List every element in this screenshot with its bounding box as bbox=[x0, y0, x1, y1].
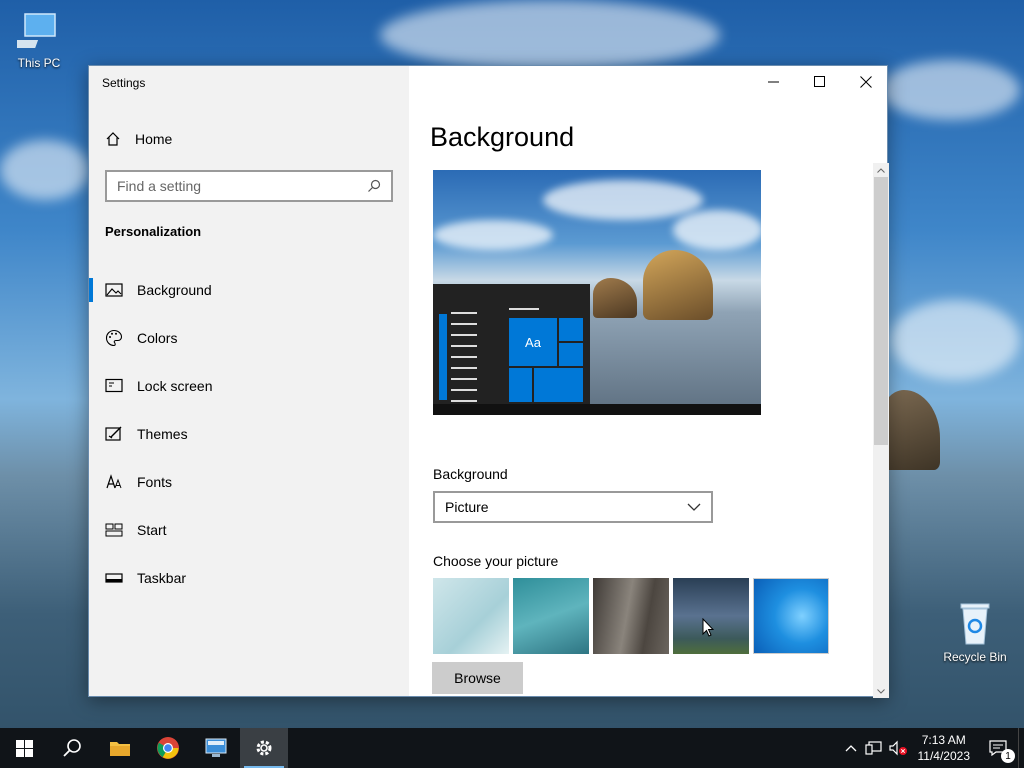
show-hidden-icons-button[interactable] bbox=[840, 728, 862, 768]
picture-thumbnail[interactable] bbox=[433, 578, 509, 654]
desktop-wallpaper-cloud bbox=[890, 300, 1020, 380]
background-label: Background bbox=[433, 466, 508, 482]
picture-icon bbox=[105, 281, 123, 299]
search-icon bbox=[63, 739, 81, 757]
taskbar-clock[interactable]: 7:13 AM 11/4/2023 bbox=[910, 728, 979, 768]
picture-thumbnail[interactable] bbox=[673, 578, 749, 654]
lock-screen-icon bbox=[105, 377, 123, 395]
sidebar-item-start[interactable]: Start bbox=[89, 506, 409, 554]
choose-picture-label: Choose your picture bbox=[433, 553, 559, 569]
scrollbar-thumb[interactable] bbox=[874, 177, 888, 445]
chevron-down-icon bbox=[687, 503, 701, 511]
start-icon bbox=[105, 521, 123, 539]
taskbar-search-button[interactable] bbox=[48, 728, 96, 768]
sidebar-item-fonts[interactable]: Fonts bbox=[89, 458, 409, 506]
action-center-button[interactable]: 1 bbox=[978, 728, 1018, 768]
picture-thumbnail[interactable] bbox=[753, 578, 829, 654]
home-label: Home bbox=[135, 131, 173, 147]
network-icon bbox=[864, 741, 882, 755]
background-dropdown[interactable]: Picture bbox=[433, 491, 713, 523]
background-preview: Aa bbox=[433, 170, 761, 415]
home-link[interactable]: Home bbox=[105, 128, 172, 150]
minimize-icon bbox=[768, 81, 779, 83]
search-box bbox=[105, 170, 393, 202]
sidebar-item-label: Lock screen bbox=[137, 378, 213, 394]
sidebar-item-taskbar[interactable]: Taskbar bbox=[89, 554, 409, 602]
clock-date: 11/4/2023 bbox=[917, 749, 971, 763]
sidebar-item-lock-screen[interactable]: Lock screen bbox=[89, 362, 409, 410]
close-button[interactable] bbox=[843, 66, 889, 98]
fonts-icon bbox=[105, 473, 123, 491]
minimize-button[interactable] bbox=[751, 66, 797, 98]
file-explorer-icon bbox=[110, 742, 130, 756]
sidebar-item-themes[interactable]: Themes bbox=[89, 410, 409, 458]
sidebar-item-background[interactable]: Background bbox=[89, 266, 409, 314]
settings-icon bbox=[256, 740, 272, 756]
palette-icon bbox=[105, 329, 123, 347]
sidebar-item-label: Colors bbox=[137, 330, 178, 346]
settings-window: Settings Home Personalization Background bbox=[88, 65, 889, 698]
volume-muted-icon bbox=[888, 740, 907, 756]
picture-thumbnail[interactable] bbox=[593, 578, 669, 654]
scroll-up-arrow-icon[interactable] bbox=[873, 163, 889, 177]
sidebar-item-label: Fonts bbox=[137, 474, 173, 490]
sidebar: Settings Home Personalization Background bbox=[89, 66, 409, 696]
search-input[interactable] bbox=[117, 178, 367, 194]
sidebar-nav: Background Colors Lock screen Themes Fon… bbox=[89, 266, 409, 602]
clock-time: 7:13 AM bbox=[921, 733, 966, 747]
mouse-cursor-icon bbox=[702, 618, 714, 637]
computer-icon bbox=[17, 13, 56, 48]
chevron-up-icon bbox=[845, 745, 856, 752]
chrome-icon bbox=[157, 737, 179, 759]
preview-start-menu: Aa bbox=[433, 284, 590, 404]
content-scrollbar[interactable] bbox=[873, 163, 889, 698]
desktop-wallpaper-cloud bbox=[380, 0, 720, 70]
scroll-down-arrow-icon[interactable] bbox=[873, 684, 889, 698]
desktop-icon-label: Recycle Bin bbox=[943, 650, 1007, 664]
sidebar-item-label: Themes bbox=[137, 426, 188, 442]
sidebar-item-colors[interactable]: Colors bbox=[89, 314, 409, 362]
picture-thumbnail[interactable] bbox=[513, 578, 589, 654]
maximize-button[interactable] bbox=[797, 66, 843, 98]
background-dropdown-value: Picture bbox=[445, 499, 489, 515]
taskbar-icon bbox=[105, 569, 123, 587]
browse-button[interactable]: Browse bbox=[432, 662, 523, 694]
picture-thumbnails bbox=[433, 578, 829, 654]
start-button[interactable] bbox=[0, 728, 48, 768]
taskbar-remote-desktop[interactable] bbox=[192, 728, 240, 768]
window-title: Settings bbox=[102, 76, 146, 90]
windows-logo-icon bbox=[15, 739, 33, 757]
volume-button[interactable] bbox=[886, 728, 910, 768]
maximize-icon bbox=[814, 76, 825, 87]
desktop-wallpaper-cloud bbox=[880, 60, 1020, 120]
sidebar-item-label: Start bbox=[137, 522, 167, 538]
sidebar-item-label: Background bbox=[137, 282, 212, 298]
section-title: Personalization bbox=[105, 224, 202, 239]
home-icon bbox=[106, 132, 120, 146]
taskbar-settings[interactable] bbox=[240, 728, 288, 768]
desktop-icon-label: This PC bbox=[17, 56, 61, 70]
search-icon[interactable] bbox=[367, 179, 381, 193]
taskbar-file-explorer[interactable] bbox=[96, 728, 144, 768]
content-pane: Background Aa Background Picture Choose … bbox=[409, 66, 889, 696]
sidebar-item-label: Taskbar bbox=[137, 570, 187, 586]
desktop-icon-this-pc[interactable]: This PC bbox=[2, 10, 76, 70]
remote-desktop-icon bbox=[205, 738, 227, 757]
preview-tile: Aa bbox=[509, 318, 557, 366]
themes-icon bbox=[105, 425, 123, 443]
taskbar: 7:13 AM 11/4/2023 1 bbox=[0, 728, 1024, 768]
recycle-bin-icon bbox=[960, 603, 990, 645]
show-desktop-button[interactable] bbox=[1018, 728, 1024, 768]
taskbar-chrome[interactable] bbox=[144, 728, 192, 768]
close-icon bbox=[860, 76, 872, 88]
network-button[interactable] bbox=[862, 728, 886, 768]
desktop-wallpaper-cloud bbox=[0, 140, 90, 200]
desktop-wallpaper-rock bbox=[880, 390, 940, 470]
system-tray: 7:13 AM 11/4/2023 1 bbox=[840, 728, 1024, 768]
desktop-icon-recycle-bin[interactable]: Recycle Bin bbox=[938, 600, 1012, 664]
notification-count-badge: 1 bbox=[1001, 749, 1015, 763]
page-title: Background bbox=[430, 122, 575, 152]
